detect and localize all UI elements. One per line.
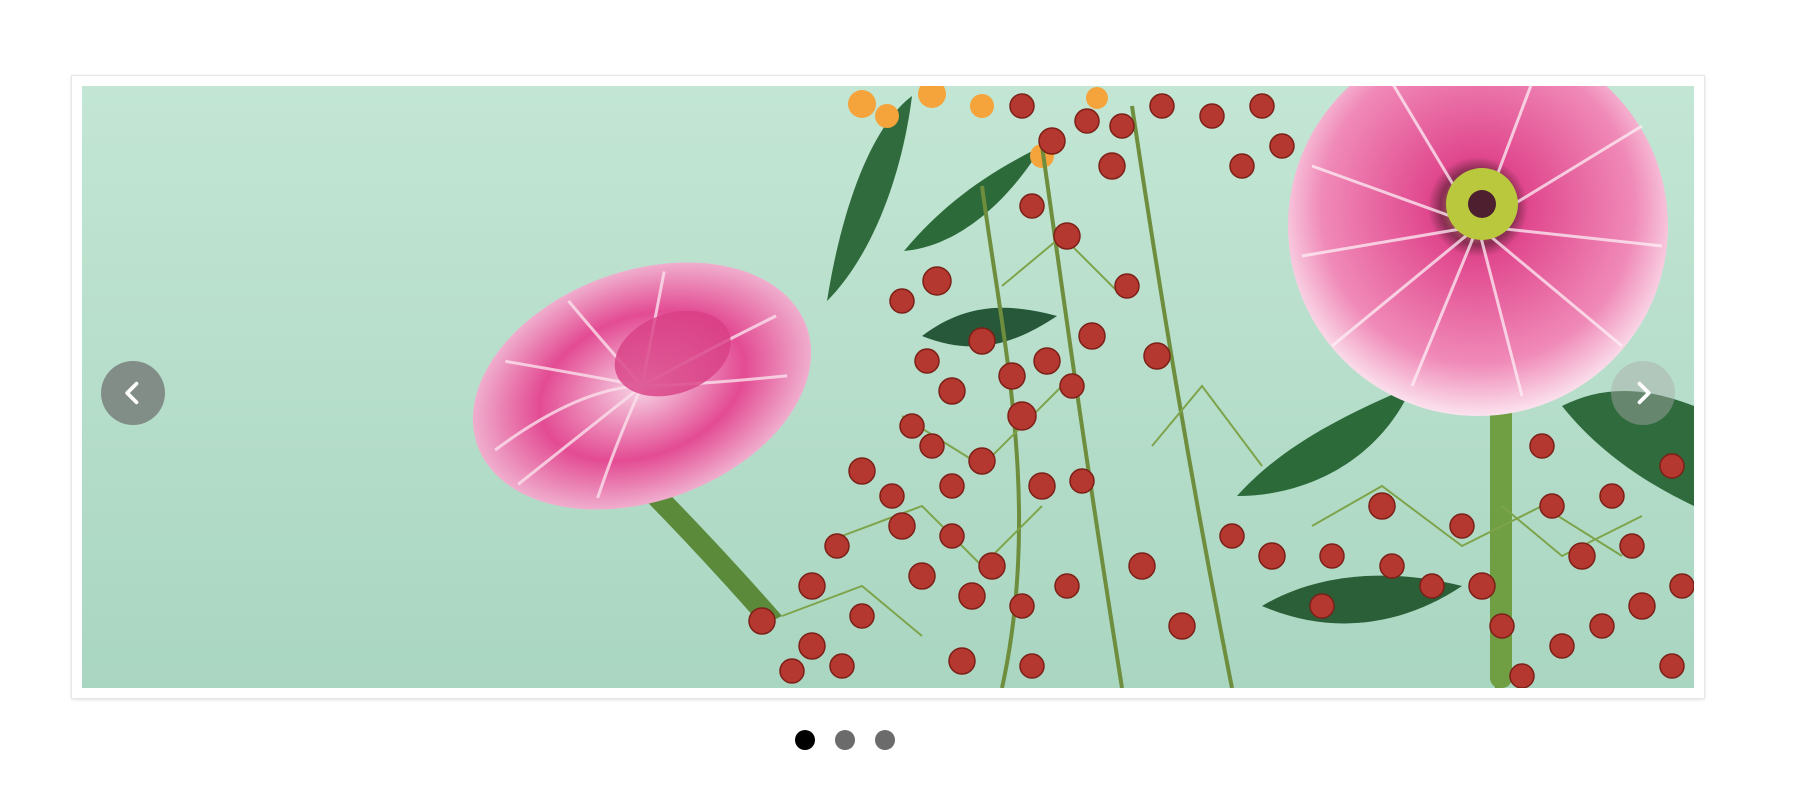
image-carousel	[72, 76, 1704, 698]
previous-slide-button[interactable]	[101, 361, 165, 425]
carousel-pagination	[0, 730, 1794, 750]
page	[0, 0, 1794, 806]
carousel-dot-1[interactable]	[795, 730, 815, 750]
flower-photo	[472, 86, 1694, 688]
carousel-dot-2[interactable]	[835, 730, 855, 750]
chevron-left-icon	[125, 381, 139, 405]
next-slide-button[interactable]	[1611, 361, 1675, 425]
chevron-right-icon	[1637, 381, 1651, 405]
carousel-slide[interactable]	[82, 86, 1694, 688]
carousel-dot-3[interactable]	[875, 730, 895, 750]
